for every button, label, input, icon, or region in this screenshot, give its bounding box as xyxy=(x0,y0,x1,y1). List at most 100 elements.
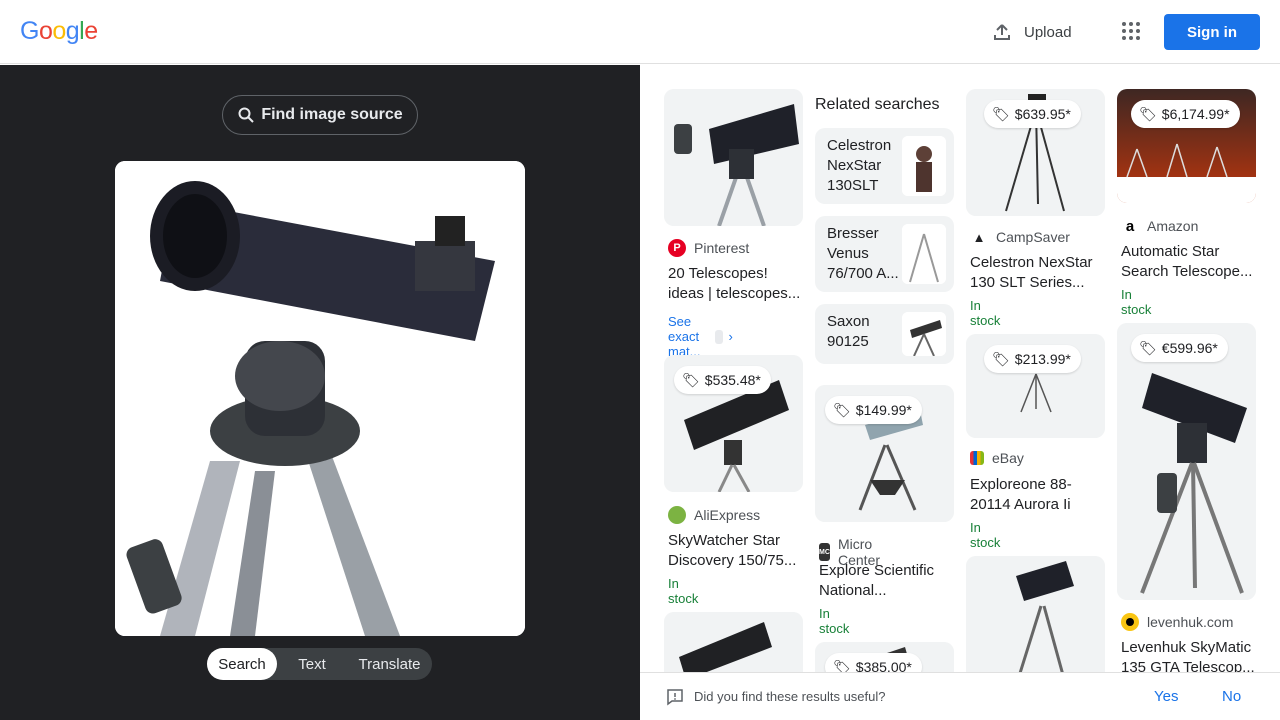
crop-handle-top-left[interactable] xyxy=(115,161,137,183)
mode-switcher: Search Text Translate xyxy=(207,648,432,680)
pinterest-favicon-icon: P xyxy=(668,239,686,257)
result-title[interactable]: SkyWatcher Star Discovery 150/75... xyxy=(668,531,803,571)
source-name: levenhuk.com xyxy=(1147,614,1234,630)
result-thumbnail[interactable] xyxy=(664,612,803,672)
result-title[interactable]: Explore Scientific National... xyxy=(819,561,954,601)
google-logo[interactable]: Google xyxy=(20,17,98,46)
related-search-label: Bresser Venus 76/700 A... xyxy=(827,225,899,282)
apps-grid-icon[interactable] xyxy=(1122,22,1142,42)
price-value: $213.99* xyxy=(1014,351,1071,367)
price-value: $6,174.99* xyxy=(1161,106,1230,122)
stock-status: In stock xyxy=(668,576,699,606)
source-name: Pinterest xyxy=(694,240,750,256)
stock-status: In stock xyxy=(819,606,850,636)
price-value: $385.00* xyxy=(855,659,912,672)
price-value: €599.96* xyxy=(1161,340,1218,356)
campsaver-favicon-icon: ▲ xyxy=(970,228,988,246)
logo-letter: G xyxy=(20,17,39,45)
tag-icon: 🏷 xyxy=(992,350,1010,367)
telescope-mini-icon xyxy=(715,329,723,344)
result-title[interactable]: Celestron NexStar 130 SLT Series... xyxy=(970,253,1105,293)
price-badge: 🏷 $6,174.99* xyxy=(1131,100,1240,128)
mode-translate-tab[interactable]: Translate xyxy=(347,648,432,680)
related-search-chip[interactable]: Saxon 90125 xyxy=(815,304,954,364)
tag-icon: 🏷 xyxy=(833,658,851,673)
result-thumbnail[interactable] xyxy=(966,556,1105,672)
tag-icon: 🏷 xyxy=(682,371,700,388)
logo-letter: g xyxy=(65,17,80,45)
result-source[interactable]: levenhuk.com xyxy=(1121,613,1233,631)
feedback-no-button[interactable]: No xyxy=(1222,688,1241,705)
related-search-chip[interactable]: Celestron NexStar 130SLT xyxy=(815,128,954,204)
tag-icon: 🏷 xyxy=(833,401,851,418)
logo-letter: e xyxy=(84,17,98,45)
result-title[interactable]: Levenhuk SkyMatic 135 GTA Telescop... xyxy=(1121,638,1256,672)
micro-center-favicon-icon: MC xyxy=(819,543,830,561)
crop-handle-bottom-right[interactable] xyxy=(503,614,525,636)
result-thumbnail[interactable] xyxy=(664,89,803,226)
mode-search-tab[interactable]: Search xyxy=(207,648,277,680)
tag-icon: 🏷 xyxy=(1139,105,1157,122)
crop-handle-bottom-left[interactable] xyxy=(115,614,137,636)
stock-status: In stock xyxy=(1121,287,1152,317)
query-image[interactable] xyxy=(115,161,525,636)
ebay-favicon-icon xyxy=(970,451,984,465)
price-badge: 🏷 $535.48* xyxy=(674,366,771,394)
source-name: AliExpress xyxy=(694,507,761,523)
result-title[interactable]: 20 Telescopes! ideas | telescopes... xyxy=(668,264,803,304)
price-value: $535.48* xyxy=(704,372,761,388)
related-search-thumbnail xyxy=(902,224,946,284)
feedback-bar: Did you find these results useful? Yes N… xyxy=(640,672,1280,720)
tag-icon: 🏷 xyxy=(1139,339,1157,356)
mode-text-tab[interactable]: Text xyxy=(277,648,347,680)
stock-status: In stock xyxy=(970,520,1001,550)
price-badge: 🏷 $149.99* xyxy=(825,396,922,424)
amazon-favicon-icon: a xyxy=(1121,217,1139,235)
chevron-right-icon: › xyxy=(728,329,733,344)
result-source[interactable]: AliExpress xyxy=(668,506,760,524)
related-search-label: Celestron NexStar 130SLT xyxy=(827,137,892,194)
sign-in-button[interactable]: Sign in xyxy=(1164,14,1260,50)
price-badge: 🏷 €599.96* xyxy=(1131,334,1228,362)
result-thumbnail[interactable] xyxy=(1117,323,1256,600)
see-exact-matches-link[interactable]: See exact mat... › xyxy=(668,314,733,359)
price-value: $149.99* xyxy=(855,402,912,418)
upload-label: Upload xyxy=(1024,23,1072,41)
source-name: eBay xyxy=(992,450,1024,466)
top-bar: Google Upload Sign in xyxy=(0,0,1280,64)
related-search-chip[interactable]: Bresser Venus 76/700 A... xyxy=(815,216,954,292)
find-image-source-button[interactable]: Find image source xyxy=(222,95,418,135)
feedback-question: Did you find these results useful? xyxy=(694,689,886,704)
price-badge: 🏷 $639.95* xyxy=(984,100,1081,128)
find-image-source-label: Find image source xyxy=(261,106,403,123)
related-search-label: Saxon 90125 xyxy=(827,313,870,350)
lens-search-icon xyxy=(238,107,255,123)
related-search-thumbnail xyxy=(902,136,946,196)
logo-letter: o xyxy=(52,17,66,45)
aliexpress-favicon-icon xyxy=(668,506,686,524)
related-search-thumbnail xyxy=(902,312,946,356)
stock-status: In stock xyxy=(970,298,1001,328)
tag-icon: 🏷 xyxy=(992,105,1010,122)
result-source[interactable]: ▲ CampSaver xyxy=(970,228,1070,246)
feedback-icon xyxy=(667,689,683,706)
logo-letter: o xyxy=(38,17,53,45)
result-title[interactable]: Exploreone 88-20114 Aurora Ii Fla... xyxy=(970,475,1105,515)
related-searches-heading: Related searches xyxy=(815,96,940,113)
price-badge: 🏷 $213.99* xyxy=(984,345,1081,373)
levenhuk-favicon-icon xyxy=(1121,613,1139,631)
result-source[interactable]: eBay xyxy=(970,450,1024,466)
price-badge: 🏷 $385.00* xyxy=(825,653,922,672)
result-source[interactable]: P Pinterest xyxy=(668,239,749,257)
source-name: CampSaver xyxy=(996,229,1070,245)
result-title[interactable]: Automatic Star Search Telescope... xyxy=(1121,242,1256,282)
telescope-image xyxy=(115,161,525,636)
upload-button[interactable]: Upload xyxy=(992,20,1072,44)
result-source[interactable]: a Amazon xyxy=(1121,217,1198,235)
query-image-panel: Find image source Search Text Translate xyxy=(0,65,640,720)
crop-handle-top-right[interactable] xyxy=(503,161,525,183)
price-value: $639.95* xyxy=(1014,106,1071,122)
feedback-yes-button[interactable]: Yes xyxy=(1154,688,1178,705)
results-panel: P Pinterest 20 Telescopes! ideas | teles… xyxy=(640,65,1280,672)
upload-icon xyxy=(994,24,1010,40)
